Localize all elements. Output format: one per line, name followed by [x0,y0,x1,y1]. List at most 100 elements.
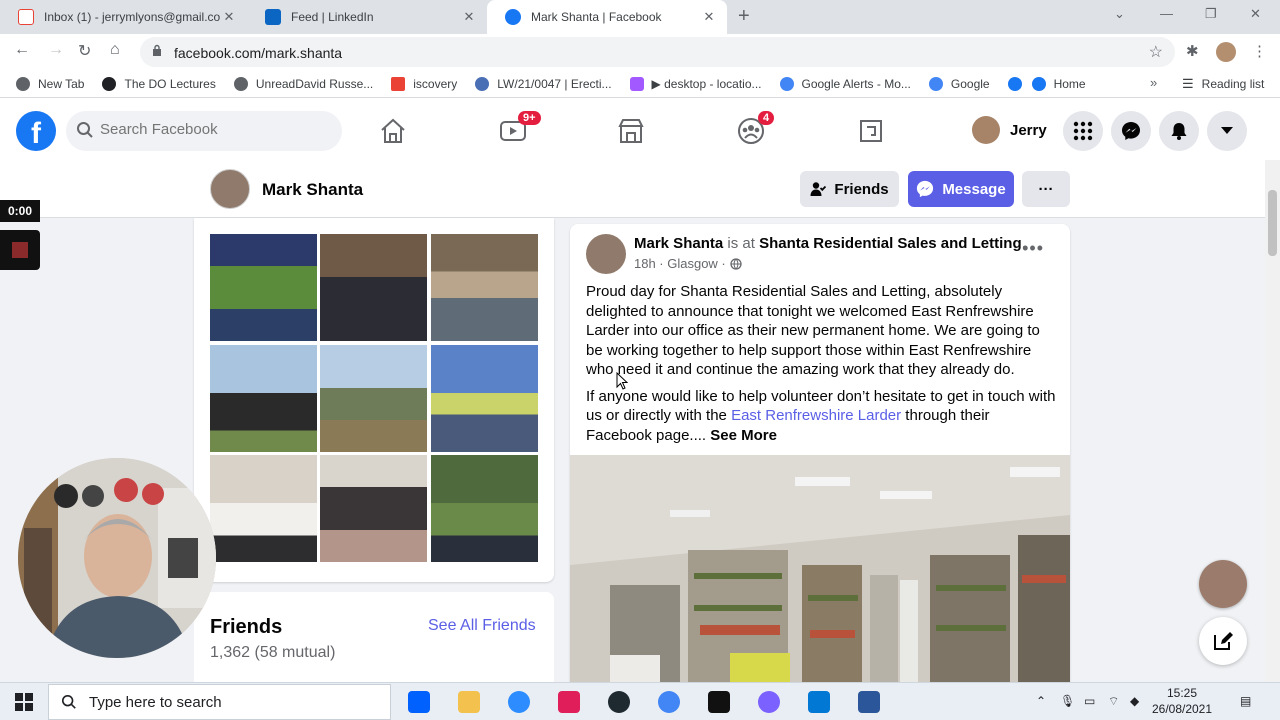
photo-thumbnail[interactable] [431,234,538,341]
account-button[interactable] [1207,111,1247,151]
post-place-link[interactable]: Shanta Residential Sales and Letting [759,235,1022,252]
profile-shortcut[interactable]: Jerry [972,115,1047,145]
new-message-button[interactable] [1199,617,1247,665]
notification-center-icon[interactable]: ▤ [1240,694,1251,708]
home-icon[interactable]: ⌂ [110,41,120,59]
browser-menu-icon[interactable]: ⋮ [1252,42,1267,60]
microphone-icon[interactable]: 🎙 [1060,694,1075,708]
bookmark-label: Google Alerts - Mo... [801,76,911,91]
see-more-link[interactable]: See More [710,427,777,444]
page-scrollbar[interactable] [1265,160,1280,682]
notifications-button[interactable] [1159,111,1199,151]
home-icon[interactable] [378,116,408,146]
photo-thumbnail[interactable] [320,234,427,341]
photo-thumbnail[interactable] [431,455,538,562]
profile-avatar[interactable] [210,169,250,209]
post-timestamp[interactable]: 18h · Glasgow · [634,256,726,271]
wifi-icon[interactable]: ⌔ [1108,694,1119,709]
facebook-logo-icon[interactable]: f [16,111,56,151]
bookmark-item[interactable]: The DO Lectures [102,76,216,91]
url-bar[interactable]: facebook.com/mark.shanta ☆ [140,37,1175,67]
see-all-friends-link[interactable]: See All Friends [428,617,536,635]
taskbar-search-placeholder: Type here to search [89,693,222,711]
dropbox-tray-icon[interactable]: ◆ [1130,694,1139,708]
forward-icon[interactable]: → [48,41,64,59]
photo-thumbnail[interactable] [210,234,317,341]
photo-thumbnail[interactable] [210,455,317,562]
photo-thumbnail[interactable] [210,345,317,452]
window-close-icon[interactable]: ✕ [1250,6,1261,22]
bookmark-item[interactable]: New Tab [16,76,84,91]
photo-thumbnail[interactable] [431,345,538,452]
dropbox-icon[interactable] [408,691,430,713]
bookmark-item[interactable]: Google [928,76,990,91]
post-photo[interactable] [570,455,1070,684]
menu-grid-button[interactable] [1063,111,1103,151]
message-button[interactable]: Message [908,171,1014,207]
app-icon[interactable] [608,691,630,713]
friends-button[interactable]: Friends [800,171,899,207]
messenger-button[interactable] [1111,111,1151,151]
tab-gmail[interactable]: Inbox (1) - jerrymlyons@gmail.com ✕ [0,0,247,34]
compose-icon [1214,632,1233,650]
bookmark-item[interactable]: iscovery [391,76,458,91]
bookmark-item[interactable]: LW/21/0047 | Erecti... [475,76,612,91]
bookmark-item[interactable]: Google Alerts - Mo... [779,76,911,91]
larder-page-link[interactable]: East Renfrewshire Larder [731,407,901,424]
photo-thumbnail[interactable] [320,455,427,562]
battery-icon[interactable]: ▭ [1084,694,1095,708]
post-options-icon[interactable]: ••• [1022,238,1044,259]
search-icon [61,694,76,709]
tab-linkedin[interactable]: Feed | LinkedIn ✕ [247,0,487,34]
bookmark-item[interactable]: ▶ desktop - locatio... [629,76,762,91]
windows-start-icon[interactable] [15,693,33,711]
post-author-avatar[interactable] [586,234,626,274]
slack-icon[interactable] [558,691,580,713]
zoom-icon[interactable] [508,691,530,713]
app-icon[interactable] [758,691,780,713]
gaming-icon[interactable] [856,116,886,146]
chrome-icon[interactable] [658,691,680,713]
tab-search-icon[interactable]: ⌄ [1114,6,1125,22]
bookmark-item[interactable]: UnreadDavid Russe... [233,76,373,91]
extensions-icon[interactable]: ✱ [1186,42,1199,60]
browser-profile-avatar[interactable] [1216,42,1236,62]
photo-thumbnail[interactable] [320,345,427,452]
bookmark-item[interactable]: Home [1031,76,1086,91]
groups-badge: 4 [758,111,775,125]
file-explorer-icon[interactable] [458,691,480,713]
app-icon[interactable] [708,691,730,713]
search-box[interactable] [66,111,342,151]
taskbar-search[interactable]: Type here to search [48,684,391,720]
bell-icon [1171,123,1187,140]
restore-icon[interactable]: ❐ [1205,6,1217,22]
close-icon[interactable]: ✕ [701,9,717,25]
bookmark-item[interactable] [1007,76,1022,91]
word-icon[interactable] [858,691,880,713]
close-icon[interactable]: ✕ [221,9,237,25]
tab-facebook[interactable]: Mark Shanta | Facebook ✕ [487,0,727,34]
reading-list-button[interactable]: ☰ Reading list [1182,76,1264,92]
back-icon[interactable]: ← [14,41,30,59]
search-input[interactable] [100,121,330,138]
system-clock[interactable]: 15:25 26/08/2021 [1150,685,1214,717]
tray-overflow-icon[interactable]: ⌃ [1036,694,1046,708]
bookmark-star-icon[interactable]: ☆ [1149,42,1163,62]
bookmark-label: iscovery [413,76,458,91]
reload-icon[interactable]: ↻ [78,41,91,61]
bookmark-label: The DO Lectures [124,76,216,91]
chat-head-avatar[interactable] [1199,560,1247,608]
marketplace-icon[interactable] [616,116,646,146]
bookmarks-overflow-button[interactable]: » [1150,75,1157,90]
profile-more-button[interactable]: ··· [1022,171,1070,207]
feed-post: Mark Shanta is at Shanta Residential Sal… [570,224,1070,684]
close-icon[interactable]: ✕ [461,9,477,25]
minimize-icon[interactable]: — [1160,6,1173,21]
webcam-overlay [18,458,216,658]
post-author-name[interactable]: Mark Shanta [634,235,723,252]
stop-recording-button[interactable] [0,230,40,270]
profile-name[interactable]: Mark Shanta [262,180,363,200]
scrollbar-thumb[interactable] [1268,190,1277,256]
new-tab-button[interactable]: + [738,5,750,28]
outlook-icon[interactable] [808,691,830,713]
